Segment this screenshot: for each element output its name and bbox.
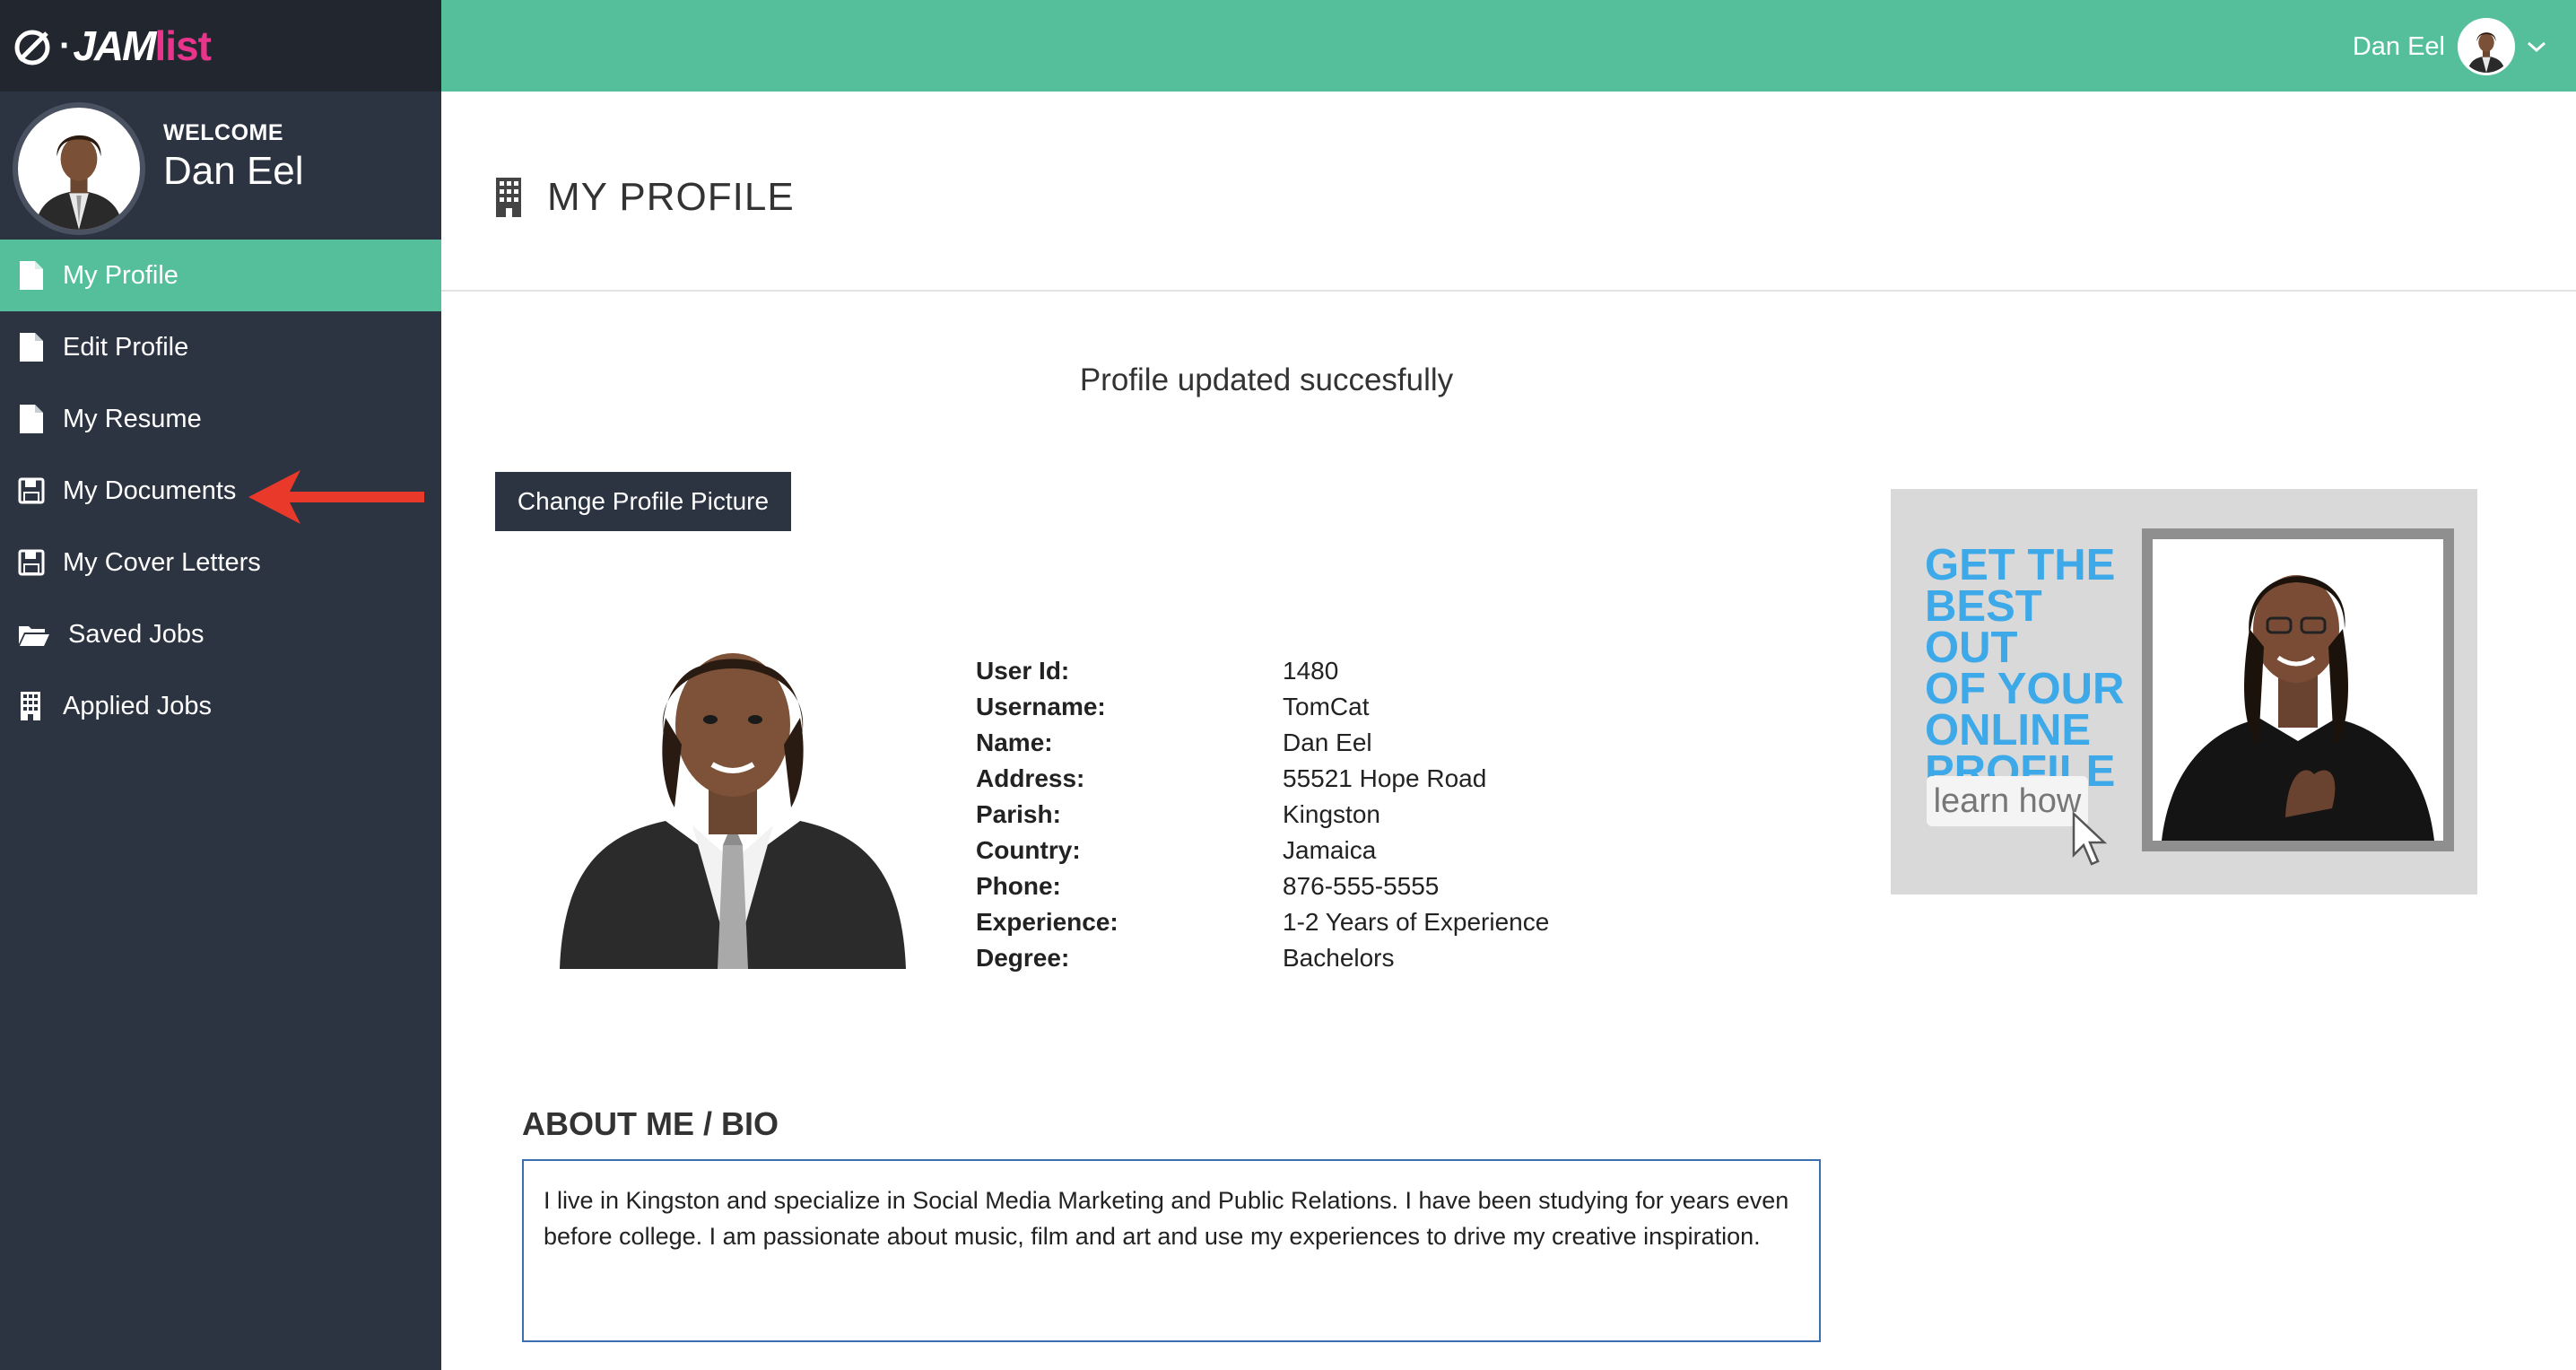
sidebar-item-label: Edit Profile (63, 332, 189, 362)
logo-jam: JAM (73, 22, 156, 69)
detail-row: Username: TomCat (976, 689, 1549, 725)
e-logo-icon (14, 30, 50, 65)
top-bar: Dan Eel (441, 0, 2576, 92)
welcome-user-name: Dan Eel (163, 149, 304, 193)
woman-photo-icon (2153, 539, 2443, 841)
ad-headline-line: OF YOUR (1925, 665, 2125, 713)
profile-details: User Id: 1480 Username: TomCat Name: Dan Ee… (976, 653, 1549, 976)
ad-headline-line: GET THE (1925, 541, 2116, 589)
welcome-panel: WELCOME Dan Eel (0, 92, 441, 240)
detail-row: Degree: Bachelors (976, 940, 1549, 976)
chevron-down-icon[interactable] (2526, 39, 2547, 54)
sidebar-item-saved-jobs[interactable]: Saved Jobs (0, 598, 441, 670)
logo-list: list (154, 22, 211, 69)
detail-label: Name: (976, 729, 1053, 756)
detail-row: Parish: Kingston (976, 797, 1549, 833)
sidebar-item-label: My Documents (63, 476, 237, 505)
ad-photo (2153, 539, 2443, 841)
detail-label: Address: (976, 764, 1085, 792)
user-photo-icon (18, 108, 140, 230)
sidebar-item-edit-profile[interactable]: Edit Profile (0, 311, 441, 383)
detail-row: Phone: 876-555-5555 (976, 868, 1549, 904)
page-title: MY PROFILE (547, 175, 795, 219)
sidebar-item-label: Saved Jobs (68, 619, 205, 649)
bio-textbox[interactable]: I live in Kingston and specialize in Soc… (522, 1159, 1821, 1342)
jamlist-logo[interactable]: · JAM list (13, 22, 212, 70)
welcome-label: WELCOME (163, 120, 284, 145)
file-icon (18, 332, 45, 362)
detail-value: 55521 Hope Road (1283, 764, 1487, 792)
detail-label: Degree: (976, 944, 1070, 972)
sidebar-item-my-resume[interactable]: My Resume (0, 383, 441, 455)
ad-photo-frame (2142, 528, 2454, 851)
detail-value: Dan Eel (1283, 729, 1372, 756)
detail-row: User Id: 1480 (976, 653, 1549, 689)
floppy-disk-icon (18, 547, 45, 578)
learn-how-button[interactable]: learn how (1927, 776, 2088, 826)
building-icon (496, 178, 521, 217)
sidebar-item-applied-jobs[interactable]: Applied Jobs (0, 670, 441, 742)
detail-value: Jamaica (1283, 836, 1377, 864)
detail-row: Address: 55521 Hope Road (976, 761, 1549, 797)
ad-banner[interactable]: GET THE BEST OUT OF YOUR ONLINE PROFILE … (1891, 489, 2477, 894)
detail-label: Experience: (976, 908, 1118, 936)
detail-value: Bachelors (1283, 944, 1395, 972)
user-photo-icon (2460, 21, 2512, 73)
detail-label: Parish: (976, 800, 1061, 828)
detail-label: User Id: (976, 657, 1070, 685)
ad-headline-line: BEST OUT (1925, 582, 2042, 672)
ad-headline-line: ONLINE (1925, 706, 2092, 755)
red-arrow-annotation (248, 470, 424, 524)
folder-open-icon (18, 619, 50, 650)
sidebar-item-label: Applied Jobs (63, 691, 213, 720)
sidebar-item-my-profile[interactable]: My Profile (0, 240, 441, 311)
file-icon (18, 260, 45, 291)
bio-heading: ABOUT ME / BIO (522, 1105, 779, 1142)
detail-value: 1480 (1283, 657, 1339, 685)
detail-label: Phone: (976, 872, 1061, 900)
detail-value: TomCat (1283, 693, 1370, 720)
floppy-disk-icon (18, 476, 45, 506)
page-heading: MY PROFILE (493, 175, 795, 220)
pointer-cursor-icon (2072, 812, 2108, 866)
avatar[interactable] (13, 102, 145, 235)
detail-value: Kingston (1283, 800, 1380, 828)
divider (441, 290, 2576, 292)
brand-bar: · JAM list (0, 0, 441, 92)
detail-value: 876-555-5555 (1283, 872, 1440, 900)
sidebar-item-label: My Profile (63, 260, 178, 290)
flash-message: Profile updated succesfully (441, 362, 2576, 398)
detail-row: Name: Dan Eel (976, 725, 1549, 761)
file-icon (18, 404, 45, 434)
sidebar-item-my-cover-letters[interactable]: My Cover Letters (0, 527, 441, 598)
detail-label: Country: (976, 836, 1081, 864)
detail-row: Country: Jamaica (976, 833, 1549, 868)
sidebar-item-label: My Cover Letters (63, 547, 261, 577)
detail-row: Experience: 1-2 Years of Experience (976, 904, 1549, 940)
sidebar: · JAM list WELCOME Dan Eel My Profile Ed… (0, 0, 441, 1370)
user-menu[interactable]: Dan Eel (2353, 18, 2547, 75)
flash-message-text: Profile updated succesfully (1079, 362, 1454, 397)
detail-value: 1-2 Years of Experience (1283, 908, 1550, 936)
user-menu-name: Dan Eel (2352, 31, 2445, 61)
logo-dash: · (59, 25, 72, 65)
sidebar-item-label: My Resume (63, 404, 202, 433)
ad-headline: GET THE BEST OUT OF YOUR ONLINE PROFILE (1925, 541, 2140, 794)
avatar[interactable] (2458, 18, 2515, 75)
change-profile-picture-button[interactable]: Change Profile Picture (495, 472, 791, 531)
detail-label: Username: (976, 693, 1106, 720)
building-icon (18, 691, 45, 721)
profile-photo (549, 610, 917, 969)
